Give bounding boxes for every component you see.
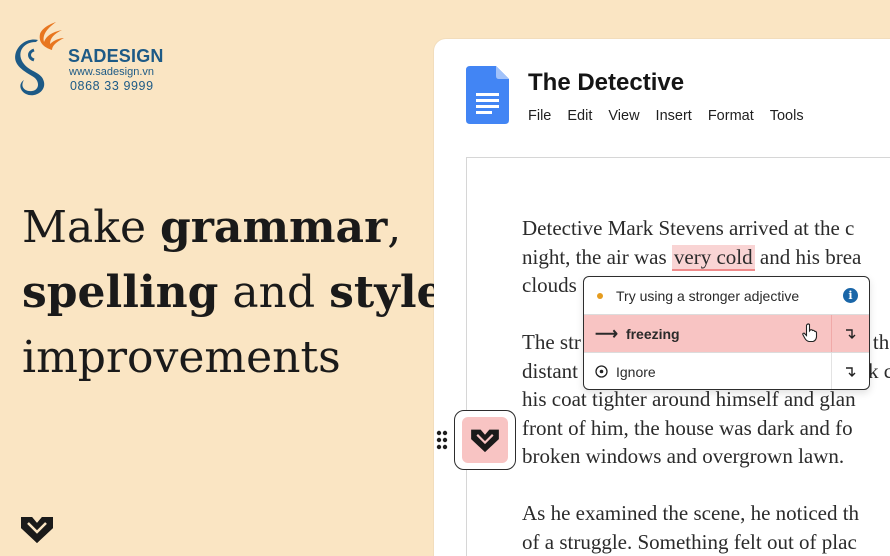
info-icon[interactable]: i — [843, 288, 858, 303]
suggestion-replacement: freezing — [625, 325, 680, 342]
document-title: The Detective — [528, 69, 685, 96]
menu-edit[interactable]: Edit — [567, 108, 592, 124]
drag-handle-icon[interactable] — [436, 430, 448, 450]
apply-suggestion-button[interactable]: ⟶ freezing — [584, 315, 869, 352]
heart-chevron-icon — [471, 429, 499, 453]
menu-bar: File Edit View Insert Format Tools — [528, 108, 804, 124]
assistant-widget-button[interactable] — [454, 410, 516, 470]
sadesign-logo: SADESIGN www.sadesign.vn 0868 33 9999 — [12, 20, 172, 100]
menu-format[interactable]: Format — [708, 108, 754, 124]
suggestion-header: Try using a stronger adjective i — [584, 277, 869, 314]
logo-website: www.sadesign.vn — [69, 66, 154, 78]
arrow-right-icon: ⟶ — [595, 325, 618, 343]
apply-icon[interactable] — [831, 315, 869, 352]
suggestion-title: Try using a stronger adjective — [616, 287, 800, 304]
sadesign-logo-mark — [15, 22, 64, 96]
logo-phone: 0868 33 9999 — [70, 79, 154, 93]
paragraph-3: As he examined the scene, he noticed th … — [522, 501, 860, 554]
widget-icon-container — [462, 417, 508, 463]
headline: Make grammar, spelling and style improve… — [22, 195, 445, 390]
suggestion-dot-icon — [597, 292, 603, 299]
ignore-circle-icon — [595, 365, 608, 378]
ignore-button[interactable]: Ignore — [584, 353, 869, 389]
headline-line-1: Make grammar, — [22, 202, 402, 253]
menu-tools[interactable]: Tools — [770, 108, 804, 124]
menu-file[interactable]: File — [528, 108, 551, 124]
headline-line-3: improvements — [22, 332, 341, 383]
heart-chevron-icon — [21, 517, 53, 543]
suggestion-popup: Try using a stronger adjective i ⟶ freez… — [583, 276, 870, 390]
ignore-apply-icon[interactable] — [831, 353, 869, 389]
menu-insert[interactable]: Insert — [656, 108, 692, 124]
logo-brand-name: SADESIGN — [68, 46, 164, 66]
menu-view[interactable]: View — [608, 108, 639, 124]
hand-cursor-icon — [802, 323, 818, 343]
headline-line-2: spelling and style — [22, 267, 445, 318]
google-docs-icon — [466, 66, 509, 124]
ignore-label: Ignore — [616, 363, 656, 380]
flagged-phrase[interactable]: very cold — [671, 244, 755, 271]
